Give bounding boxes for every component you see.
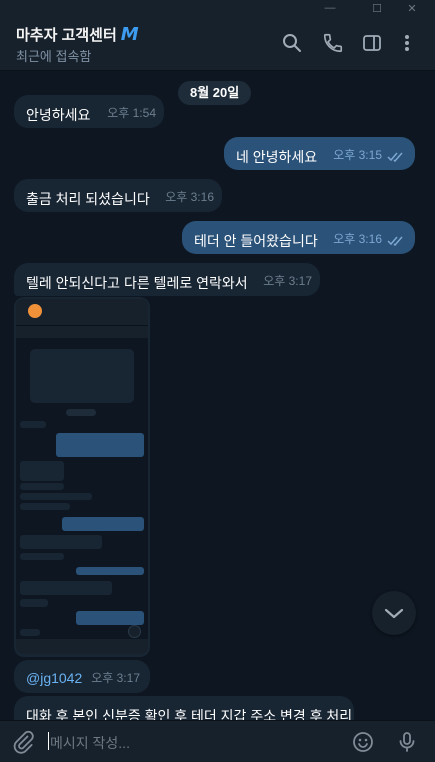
maximize-button[interactable]: ☐ — [362, 0, 392, 16]
message-text: 대화 후 본인 신분증 확인 후 테더 지갑 주소 변경 후 처리 — [26, 708, 353, 720]
message-time: 오후 3:16 — [333, 232, 382, 246]
message-time: 오후 3:17 — [263, 274, 312, 288]
chat-status: 최근에 접속함 — [16, 49, 92, 64]
message-incoming[interactable]: @jg1042 오후 3:17 — [14, 660, 150, 693]
photo-message[interactable] — [14, 297, 150, 657]
message-text: 네 안녕하세요 — [236, 149, 318, 165]
mic-icon[interactable] — [395, 730, 419, 754]
message-outgoing[interactable]: 테더 안 들어왔습니다 오후 3:16 — [182, 221, 415, 254]
message-time: 오후 1:54 — [107, 106, 156, 120]
message-outgoing[interactable]: 네 안녕하세요 오후 3:15 — [224, 137, 415, 170]
chevron-down-icon — [384, 608, 404, 619]
scrollbar[interactable] — [427, 71, 435, 720]
read-receipt-icon — [387, 152, 403, 162]
read-receipt-icon — [387, 236, 403, 246]
search-icon[interactable] — [281, 32, 303, 54]
text-cursor — [48, 732, 49, 750]
message-time: 오후 3:15 — [333, 148, 382, 162]
message-list[interactable]: 8월 20일 안녕하세요 오후 1:54 네 안녕하세요 오후 3:15 출금 … — [0, 71, 435, 720]
message-input[interactable]: 메시지 작성... — [50, 733, 130, 753]
message-time: 오후 3:17 — [91, 671, 140, 685]
message-incoming[interactable]: 대화 후 본인 신분증 확인 후 테더 지갑 주소 변경 후 처리 — [14, 696, 354, 720]
chat-header[interactable]: 마추자 고객센터 M 최근에 접속함 — [0, 16, 435, 71]
chat-title[interactable]: 마추자 고객센터 M — [16, 24, 139, 45]
phone-icon[interactable] — [322, 32, 344, 54]
message-incoming[interactable]: 안녕하세요 오후 1:54 — [14, 95, 164, 128]
message-composer: 메시지 작성... — [0, 720, 435, 762]
attach-icon[interactable] — [11, 730, 35, 754]
message-text: 출금 처리 되셨습니다 — [26, 191, 150, 207]
window-title-bar: — ☐ ✕ — [0, 0, 435, 16]
sidebar-icon[interactable] — [361, 32, 383, 54]
scroll-down-button[interactable] — [372, 591, 416, 635]
message-time: 오후 3:16 — [165, 190, 214, 204]
message-text: 테더 안 들어왔습니다 — [194, 233, 318, 249]
message-text: 텔레 안되신다고 다른 텔레로 연락와서 — [26, 275, 248, 291]
chat-title-text: 마추자 고객센터 — [16, 27, 117, 44]
close-window-button[interactable]: ✕ — [397, 0, 427, 16]
verified-badge-icon: M — [120, 24, 139, 45]
more-icon[interactable] — [396, 32, 418, 54]
message-incoming[interactable]: 출금 처리 되셨습니다 오후 3:16 — [14, 179, 222, 212]
emoji-icon[interactable] — [351, 730, 375, 754]
date-separator: 8월 20일 — [178, 81, 252, 105]
screenshot-image — [16, 299, 148, 654]
minimize-button[interactable]: — — [315, 0, 345, 16]
message-text: 안녕하세요 — [26, 107, 91, 123]
message-incoming[interactable]: 텔레 안되신다고 다른 텔레로 연락와서 오후 3:17 — [14, 263, 320, 296]
mention-link[interactable]: @jg1042 — [26, 670, 82, 686]
